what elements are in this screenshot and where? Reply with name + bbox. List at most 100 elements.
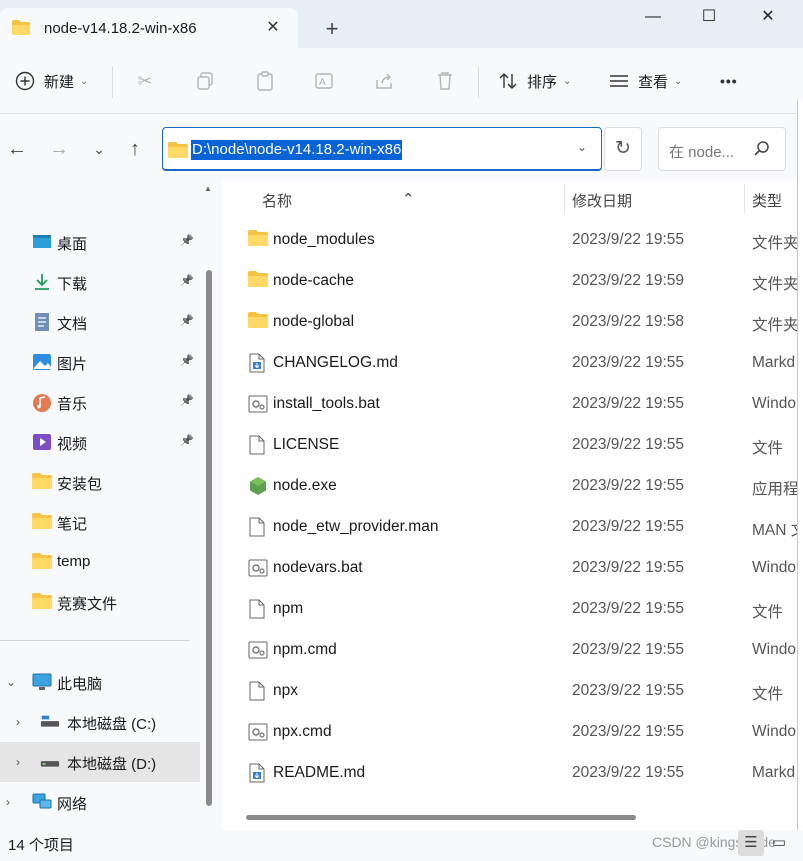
chevron-down-icon[interactable]: ⌄ [577, 140, 587, 154]
pin-icon[interactable]: 📌 [180, 314, 194, 327]
batch-file-icon [248, 640, 268, 660]
sidebar-item-6[interactable]: 视频 📌 [0, 422, 200, 462]
paste-button[interactable] [254, 48, 276, 114]
pin-icon[interactable]: 📌 [180, 234, 194, 247]
address-row: ← → ⌄ ↑ D:\node\node-v14.18.2-win-x86 ⌄ … [0, 114, 803, 180]
sidebar-item-4[interactable]: 图片 📌 [0, 342, 200, 382]
pin-icon[interactable]: 📌 [180, 274, 194, 287]
search-input[interactable]: 在 node... [669, 141, 734, 162]
folder-icon [248, 312, 268, 332]
table-row[interactable]: npm 2023/9/22 19:55 文件 [222, 588, 803, 629]
more-options-button[interactable]: ••• [720, 48, 738, 114]
chevron-right-icon[interactable]: › [16, 715, 20, 729]
table-row[interactable]: node-global 2023/9/22 19:58 文件夹 [222, 301, 803, 342]
markdown-file-icon [248, 763, 268, 783]
table-row[interactable]: npm.cmd 2023/9/22 19:55 Windo [222, 629, 803, 670]
column-name[interactable]: 名称 [262, 190, 292, 211]
table-row[interactable]: CHANGELOG.md 2023/9/22 19:55 Markd [222, 342, 803, 383]
sidebar-item-10[interactable]: 竞赛文件 [0, 582, 200, 622]
cut-button[interactable]: ✂ [134, 48, 156, 114]
view-button[interactable]: 查看 ⌄ [608, 48, 682, 114]
markdown-file-icon [248, 353, 268, 373]
chevron-right-icon[interactable]: › [6, 795, 10, 809]
sort-button[interactable]: 排序 ⌄ [497, 48, 571, 114]
file-date: 2023/9/22 19:55 [572, 477, 685, 494]
search-box[interactable]: 在 node... [658, 127, 786, 171]
maximize-button[interactable]: ☐ [686, 2, 732, 32]
tab-close-icon[interactable]: ✕ [262, 17, 284, 39]
rename-button[interactable]: A [314, 48, 336, 114]
chevron-down-icon[interactable]: ⌄ [6, 675, 16, 689]
nav-scrollbar-thumb[interactable] [206, 270, 212, 806]
window-edge [797, 100, 803, 861]
close-window-button[interactable]: ✕ [745, 2, 791, 32]
column-type[interactable]: 类型 [752, 190, 782, 211]
sidebar-item-9[interactable]: temp [0, 542, 200, 582]
sidebar-label: 桌面 [57, 236, 88, 253]
address-path[interactable]: D:\node\node-v14.18.2-win-x86 [191, 140, 403, 160]
file-name: node-cache [273, 272, 355, 289]
file-type: Windo [752, 559, 796, 576]
sidebar-item-drive-d[interactable]: › 本地磁盘 (D:) [0, 742, 200, 782]
table-row[interactable]: node.exe 2023/9/22 19:55 应用程 [222, 465, 803, 506]
view-list-icon [608, 70, 630, 92]
file-type: 文件 [752, 686, 784, 703]
sidebar-label: 安装包 [57, 476, 103, 493]
sidebar-item-network[interactable]: › 网络 [0, 782, 200, 822]
file-name: node_etw_provider.man [273, 518, 439, 535]
batch-file-icon [248, 558, 268, 578]
new-tab-button[interactable]: + [320, 17, 344, 41]
forward-arrow-icon[interactable]: → [46, 136, 72, 162]
column-divider[interactable] [564, 184, 565, 214]
pin-icon[interactable]: 📌 [180, 434, 194, 447]
share-button[interactable] [374, 48, 396, 114]
table-row[interactable]: npx 2023/9/22 19:55 文件 [222, 670, 803, 711]
table-row[interactable]: npx.cmd 2023/9/22 19:55 Windo [222, 711, 803, 752]
tiles-view-icon[interactable]: ▭ [766, 830, 792, 856]
sidebar-item-3[interactable]: 文档 📌 [0, 302, 200, 342]
back-arrow-icon[interactable]: ← [4, 136, 30, 162]
refresh-button[interactable]: ↻ [604, 127, 642, 171]
sidebar-item-this-pc[interactable]: ⌄ 此电脑 [0, 662, 200, 702]
copy-icon [194, 70, 216, 92]
up-arrow-icon[interactable]: ↑ [122, 136, 148, 162]
table-row[interactable]: LICENSE 2023/9/22 19:55 文件 [222, 424, 803, 465]
table-row[interactable]: node_etw_provider.man 2023/9/22 19:55 MAN … [222, 506, 803, 547]
scroll-up-icon[interactable]: ▲ [204, 184, 212, 193]
pin-icon[interactable]: 📌 [180, 394, 194, 407]
copy-button[interactable] [194, 48, 216, 114]
delete-button[interactable] [434, 48, 456, 114]
table-row[interactable]: install_tools.bat 2023/9/22 19:55 Windo [222, 383, 803, 424]
pin-icon[interactable]: 📌 [180, 354, 194, 367]
tab-current-folder[interactable]: node-v14.18.2-win-x86 ✕ [0, 8, 298, 48]
file-date: 2023/9/22 19:59 [572, 272, 685, 289]
details-view-icon[interactable]: ☰ [738, 830, 764, 856]
table-row[interactable]: node-cache 2023/9/22 19:59 文件夹 [222, 260, 803, 301]
sidebar-label: 竞赛文件 [57, 596, 118, 613]
folder-icon [248, 230, 268, 250]
chevron-right-icon[interactable]: › [16, 755, 20, 769]
search-icon[interactable] [753, 140, 771, 158]
column-divider[interactable] [744, 184, 745, 214]
sidebar-item-8[interactable]: 笔记 [0, 502, 200, 542]
table-row[interactable]: nodevars.bat 2023/9/22 19:55 Windo [222, 547, 803, 588]
address-bar[interactable]: D:\node\node-v14.18.2-win-x86 ⌄ [162, 127, 602, 171]
file-name: npm [273, 600, 304, 617]
minimize-button[interactable]: — [630, 2, 676, 32]
column-header: ⌃ 名称 修改日期 类型 [222, 180, 803, 218]
sort-label: 排序 [527, 73, 558, 91]
sidebar-item-5[interactable]: 音乐 📌 [0, 382, 200, 422]
sidebar-item-drive-c[interactable]: › 本地磁盘 (C:) [0, 702, 200, 742]
column-date[interactable]: 修改日期 [572, 190, 632, 211]
file-name: npx.cmd [273, 723, 332, 740]
sidebar-item-2[interactable]: 下载 📌 [0, 262, 200, 302]
sidebar-item-1[interactable]: 桌面 📌 [0, 222, 200, 262]
table-row[interactable]: README.md 2023/9/22 19:55 Markd [222, 752, 803, 793]
sidebar-item-7[interactable]: 安装包 [0, 462, 200, 502]
svg-text:A: A [319, 77, 326, 88]
table-row[interactable]: node_modules 2023/9/22 19:55 文件夹 [222, 219, 803, 260]
sidebar-label: 视频 [57, 436, 88, 453]
horizontal-scrollbar-thumb[interactable] [246, 815, 636, 820]
recent-chevron-icon[interactable]: ⌄ [86, 136, 112, 162]
new-button[interactable]: 新建 ⌄ [14, 48, 88, 114]
